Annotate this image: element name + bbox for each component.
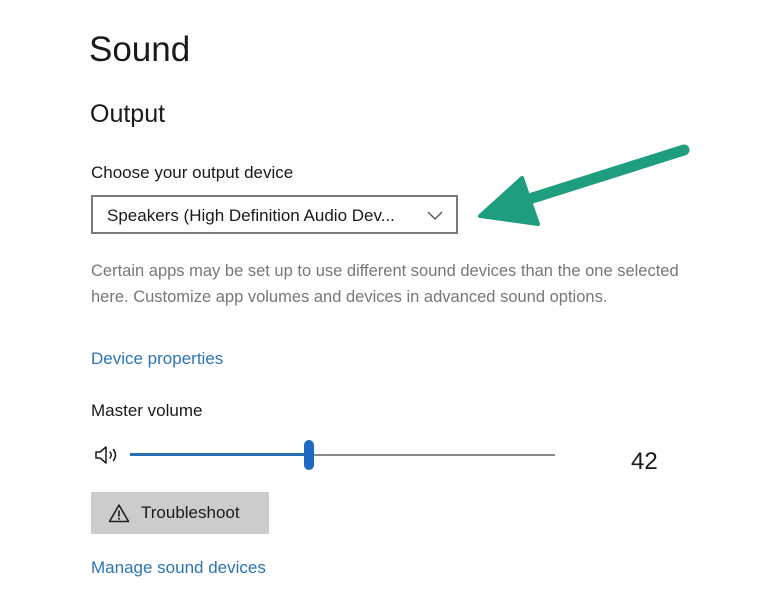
sound-settings-page: Sound Output Choose your output device S…: [0, 0, 780, 616]
manage-sound-devices-link[interactable]: Manage sound devices: [91, 558, 266, 578]
troubleshoot-label: Troubleshoot: [141, 503, 240, 522]
master-volume-slider[interactable]: [130, 440, 555, 470]
output-device-label: Choose your output device: [91, 163, 294, 182]
device-properties-link[interactable]: Device properties: [91, 349, 223, 369]
section-title-output: Output: [90, 100, 166, 128]
master-volume-value: 42: [631, 448, 658, 475]
speaker-volume-icon[interactable]: [94, 444, 120, 466]
warning-icon: [108, 504, 130, 523]
chevron-down-icon: [427, 211, 443, 220]
output-description: Certain apps may be set up to use differ…: [91, 262, 679, 306]
output-device-selected-value: Speakers (High Definition Audio Dev...: [107, 206, 395, 225]
annotation-arrow: [478, 144, 690, 226]
page-title: Sound: [89, 30, 191, 69]
master-volume-label: Master volume: [91, 401, 203, 420]
slider-fill: [130, 453, 309, 456]
output-device-dropdown[interactable]: Speakers (High Definition Audio Dev...: [91, 195, 458, 234]
troubleshoot-button[interactable]: Troubleshoot: [91, 492, 269, 534]
slider-thumb[interactable]: [304, 440, 314, 470]
